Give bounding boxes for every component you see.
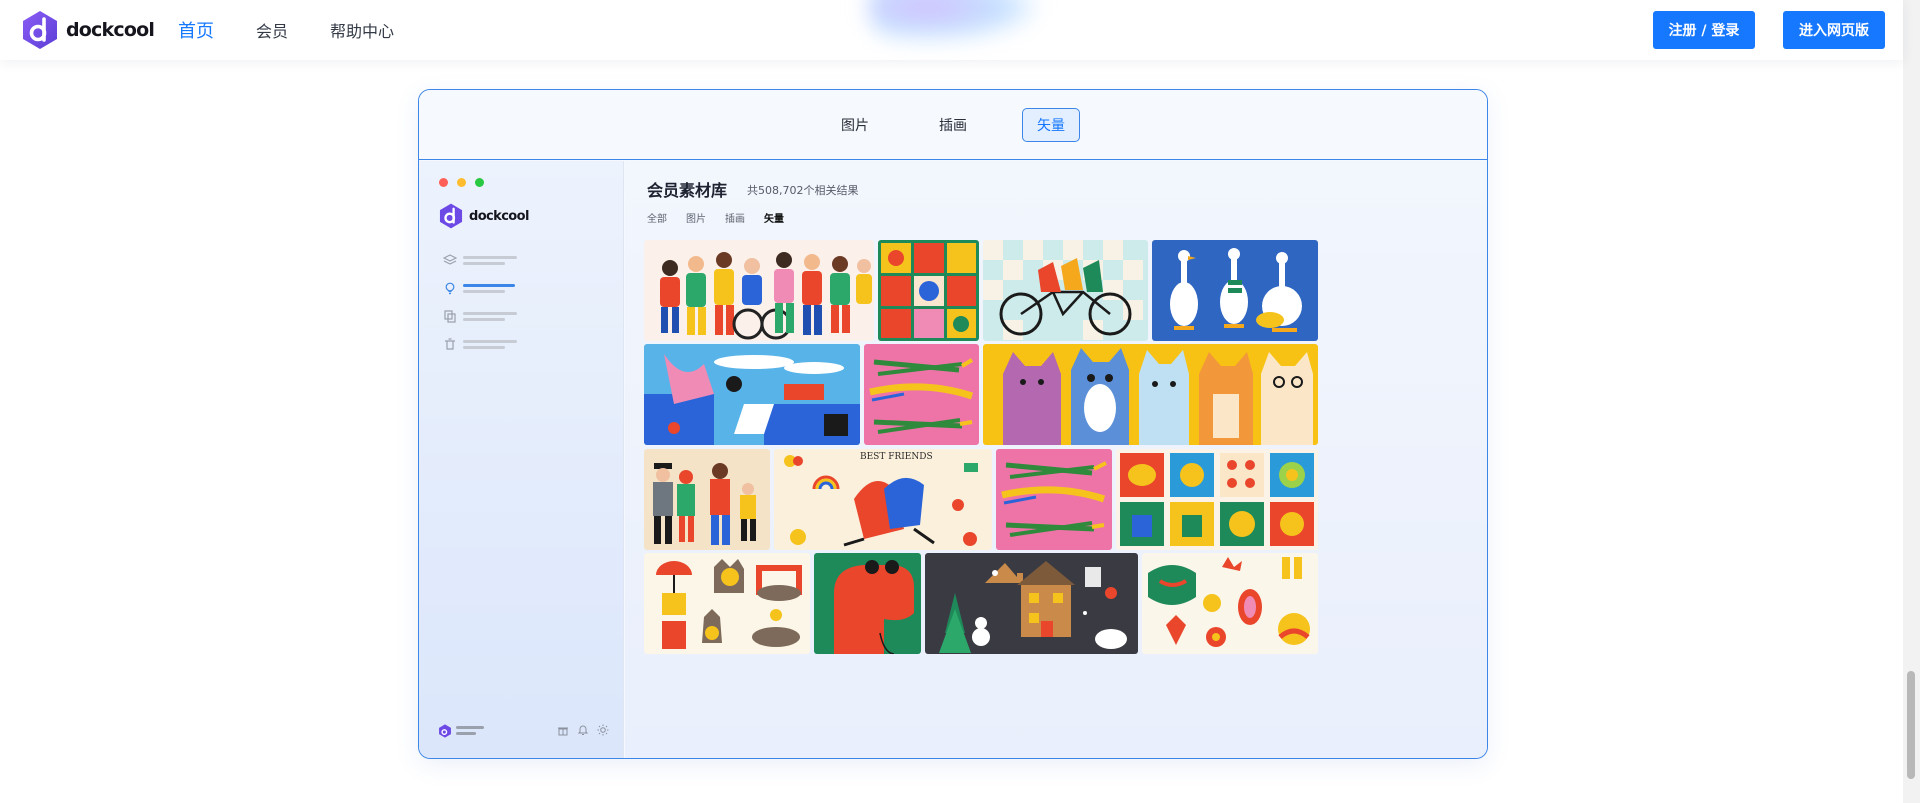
enter-web-version-button[interactable]: 进入网页版 <box>1783 11 1885 49</box>
filter-images[interactable]: 图片 <box>686 210 706 225</box>
thumbnail-best-friends[interactable]: BEST FRIENDS <box>774 449 992 550</box>
thumbnail-tigers-tandem-bike[interactable] <box>983 240 1148 341</box>
sidebar-footer-actions <box>549 724 609 736</box>
showcase-tabbar: 图片 插画 矢量 <box>419 90 1487 160</box>
thumbnail-retro-faces[interactable] <box>1142 553 1318 654</box>
register-login-button[interactable]: 注册 / 登录 <box>1653 11 1755 49</box>
tab-illustrations[interactable]: 插画 <box>924 108 982 142</box>
thumbnail-cats-umbrella[interactable] <box>644 553 810 654</box>
thumbnail-cats-umbrella-art <box>644 553 810 654</box>
nav-help-center[interactable]: 帮助中心 <box>330 18 394 42</box>
thumbnail-best-friends-art <box>774 449 992 550</box>
thumbnail-cats-yellow-art <box>983 344 1318 445</box>
thumbnail-fruit-grid[interactable] <box>1116 449 1318 550</box>
logo-d-icon <box>439 203 463 229</box>
thumbnail-diverse-crowd-art <box>644 240 874 341</box>
brand-logo[interactable]: dockcool <box>20 10 155 50</box>
result-count: 共508,702个相关结果 <box>747 184 859 197</box>
nav-membership[interactable]: 会员 <box>256 18 288 42</box>
sidebar-menu <box>443 246 517 358</box>
thumbnail-abstract-blue-scene-art <box>644 344 860 445</box>
gift-icon[interactable] <box>557 724 569 736</box>
thumbnail-christmas-night[interactable] <box>925 553 1138 654</box>
scrollbar-thumb[interactable] <box>1907 671 1915 779</box>
app-preview: dockcool 会员素材库 共508,702个相关结果 全部 图片 插画 矢量… <box>419 161 1487 758</box>
filter-vectors[interactable]: 矢量 <box>764 210 784 225</box>
sidebar-item-layers[interactable] <box>443 246 517 274</box>
user-avatar[interactable] <box>438 723 484 738</box>
thumbnail-green-onions-pink[interactable] <box>864 344 979 445</box>
header-glow-decoration <box>868 0 1038 42</box>
sidebar-item-placeholder <box>463 253 517 268</box>
sidebar-item-copies[interactable] <box>443 302 517 330</box>
thumbnail-family-group-art <box>644 449 770 550</box>
bell-icon[interactable] <box>577 724 589 736</box>
window-close-dot[interactable] <box>439 178 448 187</box>
thumbnail-family-group[interactable] <box>644 449 770 550</box>
layers-icon <box>443 254 457 265</box>
best-friends-caption: BEST FRIENDS <box>860 452 933 462</box>
thumbnail-cats-yellow[interactable] <box>983 344 1318 445</box>
asset-library: 会员素材库 共508,702个相关结果 全部 图片 插画 矢量 BEST FRI… <box>625 161 1487 758</box>
thumbnail-red-creature-art <box>814 553 921 654</box>
logo-d-icon <box>23 11 57 49</box>
thumbnail-pattern-grid-art <box>878 240 979 341</box>
sidebar-item-placeholder <box>463 281 515 296</box>
product-showcase: 图片 插画 矢量 dockcool 会员素材库 共508,702个相关结果 全部… <box>418 89 1488 759</box>
app-sidebar: dockcool <box>419 161 624 758</box>
sidebar-item-placeholder <box>463 337 517 352</box>
sidebar-item-trash[interactable] <box>443 330 517 358</box>
library-filters: 全部 图片 插画 矢量 <box>647 210 803 225</box>
tab-vectors[interactable]: 矢量 <box>1022 107 1080 142</box>
copy-icon <box>444 310 456 323</box>
filter-illustrations[interactable]: 插画 <box>725 210 745 225</box>
sidebar-item-placeholder <box>463 309 517 324</box>
thumbnail-green-onions-pink-art <box>864 344 979 445</box>
thumbnail-red-creature[interactable] <box>814 553 921 654</box>
brand-name: dockcool <box>66 19 155 41</box>
thumbnail-tigers-tandem-bike-art <box>983 240 1148 341</box>
thumbnail-diverse-crowd[interactable] <box>644 240 874 341</box>
sun-icon[interactable] <box>597 724 609 736</box>
thumbnail-abstract-blue-scene[interactable] <box>644 344 860 445</box>
thumbnail-geese-art <box>1152 240 1318 341</box>
window-controls <box>439 178 493 187</box>
app-brand-logo: dockcool <box>438 203 529 229</box>
thumbnail-pattern-grid[interactable] <box>878 240 979 341</box>
window-minimize-dot[interactable] <box>457 178 466 187</box>
window-maximize-dot[interactable] <box>475 178 484 187</box>
nav-home[interactable]: 首页 <box>178 17 214 43</box>
thumbnail-geese[interactable] <box>1152 240 1318 341</box>
thumbnail-fruit-grid-art <box>1116 449 1318 550</box>
thumbnail-christmas-night-art <box>925 553 1138 654</box>
tab-images[interactable]: 图片 <box>826 108 884 142</box>
top-navigation: dockcool 首页 会员 帮助中心 注册 / 登录 进入网页版 <box>0 0 1903 60</box>
thumbnail-retro-faces-art <box>1142 553 1318 654</box>
main-nav: 首页 会员 帮助中心 <box>178 0 436 60</box>
logo-d-icon <box>439 723 451 738</box>
lightbulb-icon <box>445 282 455 295</box>
app-brand-name: dockcool <box>469 208 529 224</box>
filter-all[interactable]: 全部 <box>647 210 667 225</box>
sidebar-item-ideas[interactable] <box>443 274 517 302</box>
library-title: 会员素材库 <box>647 181 728 200</box>
user-name-placeholder <box>456 723 484 738</box>
thumbnail-green-onions-pink-2[interactable] <box>996 449 1112 550</box>
trash-icon <box>445 338 455 350</box>
thumbnail-green-onions-pink-2-art <box>996 449 1112 550</box>
